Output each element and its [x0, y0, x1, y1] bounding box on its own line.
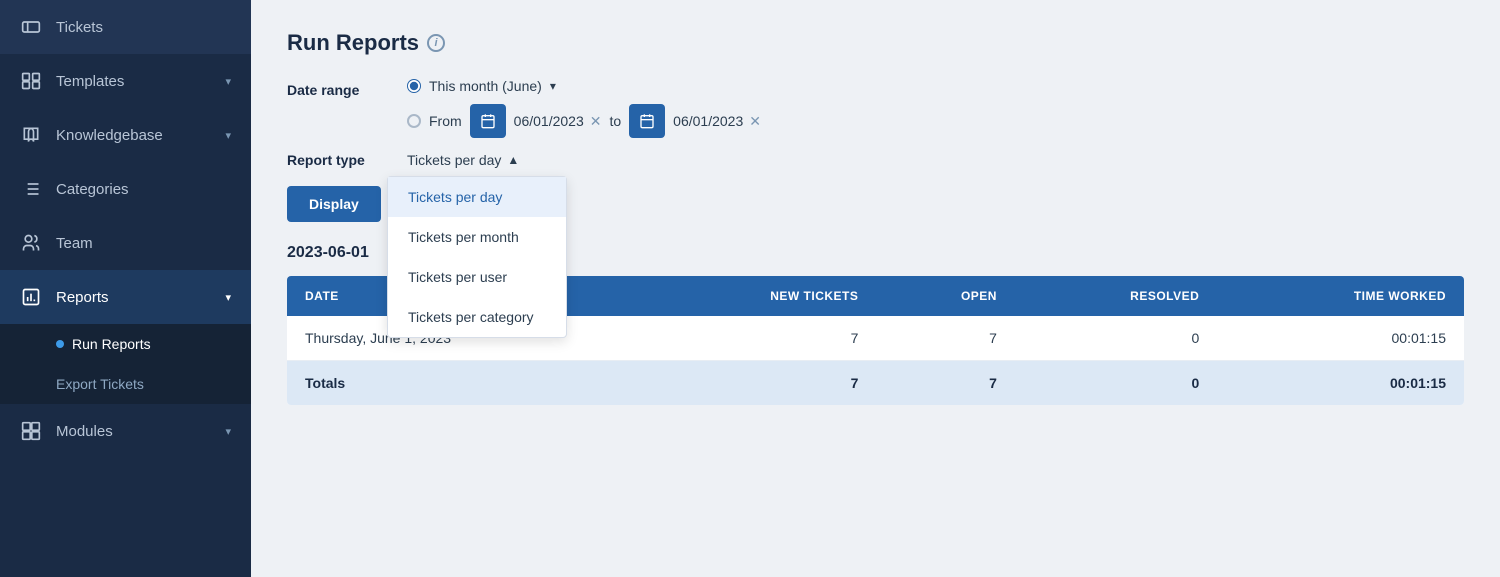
col-resolved: RESOLVED	[1015, 276, 1217, 316]
sidebar-item-modules-label: Modules	[56, 423, 211, 440]
run-reports-label: Run Reports	[72, 336, 151, 352]
report-type-chevron-icon: ▲	[507, 153, 519, 167]
sidebar-item-categories[interactable]: Categories	[0, 162, 251, 216]
sidebar-reports-submenu: Run Reports Export Tickets	[0, 324, 251, 404]
totals-time-worked: 00:01:15	[1217, 361, 1464, 406]
dropdown-item-per-category[interactable]: Tickets per category	[388, 297, 566, 337]
col-new-tickets: NEW TICKETS	[637, 276, 876, 316]
to-date-display: 06/01/2023 ✕	[673, 113, 761, 130]
from-date-clear-icon[interactable]: ✕	[590, 113, 602, 130]
sidebar-item-team-label: Team	[56, 235, 231, 252]
modules-arrow-icon: ▾	[225, 425, 231, 438]
date-range-controls: This month (June) ▾ From 06/01/2023	[407, 78, 761, 138]
custom-date-radio[interactable]	[407, 114, 421, 128]
sidebar-item-templates[interactable]: Templates ▾	[0, 54, 251, 108]
preset-chevron-icon: ▾	[550, 79, 556, 93]
from-label: From	[429, 113, 462, 129]
categories-icon	[20, 178, 42, 200]
totals-open: 7	[876, 361, 1015, 406]
ticket-icon	[20, 16, 42, 38]
sidebar-item-modules[interactable]: Modules ▾	[0, 404, 251, 458]
dropdown-item-per-month[interactable]: Tickets per month	[388, 217, 566, 257]
preset-radio-row: This month (June) ▾	[407, 78, 761, 94]
cell-new-tickets: 7	[637, 316, 876, 361]
reports-icon	[20, 286, 42, 308]
sidebar-item-reports[interactable]: Reports ▾	[0, 270, 251, 324]
date-range-label: Date range	[287, 78, 387, 98]
book-icon	[20, 124, 42, 146]
templates-icon	[20, 70, 42, 92]
col-open: OPEN	[876, 276, 1015, 316]
sidebar-item-knowledgebase-label: Knowledgebase	[56, 127, 211, 144]
to-date-clear-icon[interactable]: ✕	[749, 113, 761, 130]
dropdown-item-per-user[interactable]: Tickets per user	[388, 257, 566, 297]
sidebar-item-knowledgebase[interactable]: Knowledgebase ▾	[0, 108, 251, 162]
sidebar-item-categories-label: Categories	[56, 181, 231, 198]
from-date-value: 06/01/2023	[514, 113, 584, 129]
modules-icon	[20, 420, 42, 442]
totals-label: Totals	[287, 361, 637, 406]
sidebar-sub-export-tickets[interactable]: Export Tickets	[0, 364, 251, 404]
main-content: Run Reports i Date range This month (Jun…	[251, 0, 1500, 577]
sidebar-item-team[interactable]: Team	[0, 216, 251, 270]
to-calendar-button[interactable]	[629, 104, 665, 138]
report-type-section: Report type Tickets per day ▲ Tickets pe…	[287, 152, 1464, 168]
date-range-section: Date range This month (June) ▾ From	[287, 78, 1464, 138]
info-icon: i	[427, 34, 445, 52]
knowledgebase-arrow-icon: ▾	[225, 129, 231, 142]
sidebar-item-tickets-label: Tickets	[56, 19, 231, 36]
report-type-dropdown: Tickets per day Tickets per month Ticket…	[387, 176, 567, 338]
active-dot	[56, 340, 64, 348]
reports-arrow-icon: ▾	[225, 291, 231, 304]
preset-radio[interactable]	[407, 79, 421, 93]
templates-arrow-icon: ▾	[225, 75, 231, 88]
report-type-label: Report type	[287, 152, 387, 168]
sidebar-item-tickets[interactable]: Tickets	[0, 0, 251, 54]
sidebar: Tickets Templates ▾ Knowledgebase ▾	[0, 0, 251, 577]
from-calendar-button[interactable]	[470, 104, 506, 138]
sidebar-item-templates-label: Templates	[56, 73, 211, 90]
preset-label: This month (June)	[429, 78, 542, 94]
export-tickets-label: Export Tickets	[56, 376, 144, 392]
cell-resolved: 0	[1015, 316, 1217, 361]
report-type-value: Tickets per day	[407, 152, 501, 168]
to-label: to	[609, 113, 621, 129]
display-button[interactable]: Display	[287, 186, 381, 222]
page-header: Run Reports i	[287, 30, 1464, 56]
dropdown-item-per-day[interactable]: Tickets per day	[388, 177, 566, 217]
cell-time-worked: 00:01:15	[1217, 316, 1464, 361]
report-type-select[interactable]: Tickets per day ▲	[407, 152, 519, 168]
totals-new-tickets: 7	[637, 361, 876, 406]
totals-row: Totals 7 7 0 00:01:15	[287, 361, 1464, 406]
sidebar-item-reports-label: Reports	[56, 289, 211, 306]
from-date-display: 06/01/2023 ✕	[514, 113, 602, 130]
cell-open: 7	[876, 316, 1015, 361]
page-title: Run Reports	[287, 30, 419, 56]
totals-resolved: 0	[1015, 361, 1217, 406]
to-date-value: 06/01/2023	[673, 113, 743, 129]
col-time-worked: TIME WORKED	[1217, 276, 1464, 316]
custom-date-row: From 06/01/2023 ✕ to	[407, 104, 761, 138]
sidebar-sub-run-reports[interactable]: Run Reports	[0, 324, 251, 364]
team-icon	[20, 232, 42, 254]
